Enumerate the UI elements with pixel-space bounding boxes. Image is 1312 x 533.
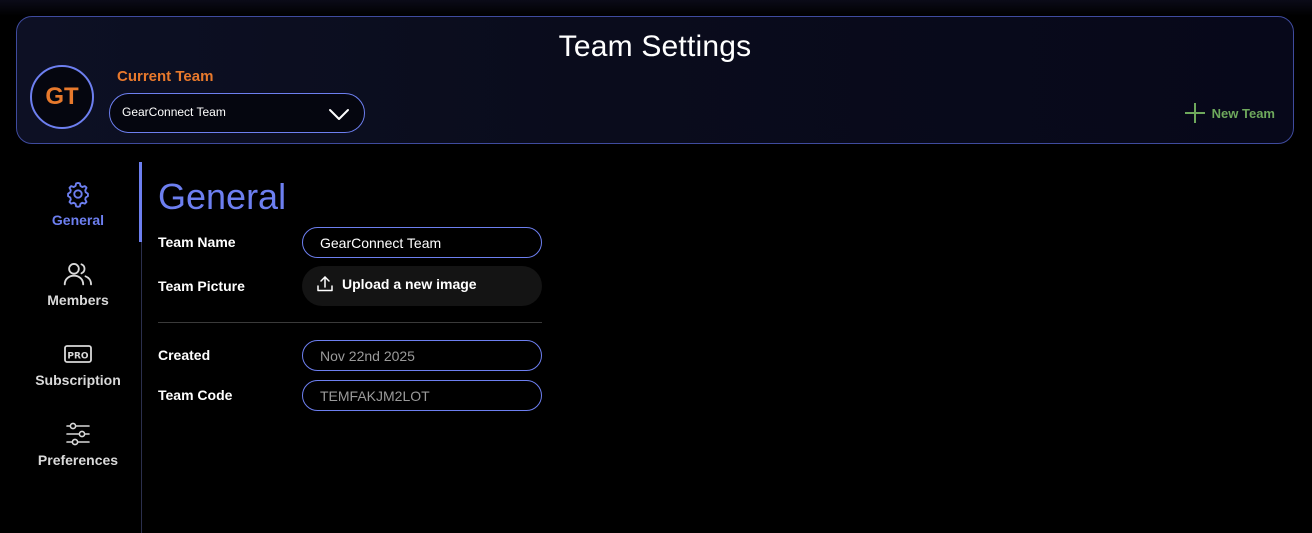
upload-label: Upload a new image bbox=[342, 276, 477, 292]
page-title: Team Settings bbox=[558, 30, 752, 63]
section-title: General bbox=[158, 176, 287, 217]
team-name-label: Team Name bbox=[158, 234, 236, 250]
sidebar-item-preferences[interactable]: Preferences bbox=[16, 419, 140, 489]
pro-badge-icon: PRO bbox=[63, 339, 93, 369]
gear-icon bbox=[63, 179, 93, 209]
upload-image-button[interactable]: Upload a new image bbox=[302, 266, 542, 306]
created-field bbox=[302, 340, 542, 371]
sidebar-item-members[interactable]: Members bbox=[16, 259, 140, 329]
new-team-button[interactable]: New Team bbox=[1184, 102, 1275, 124]
created-label: Created bbox=[158, 347, 211, 363]
section-divider bbox=[158, 322, 542, 323]
sidebar-item-label: General bbox=[51, 212, 105, 228]
sliders-icon bbox=[63, 419, 93, 449]
team-code-label: Team Code bbox=[158, 387, 233, 403]
team-picture-label: Team Picture bbox=[158, 278, 245, 294]
settings-sidebar: General Members PRO Subscription Prefere… bbox=[16, 162, 140, 533]
team-name-input[interactable] bbox=[302, 227, 542, 258]
avatar-initials: GT bbox=[45, 83, 79, 110]
chevron-down-icon bbox=[329, 109, 349, 120]
current-team-label: Current Team bbox=[117, 68, 214, 85]
sidebar-item-label: Preferences bbox=[37, 452, 119, 468]
sidebar-item-subscription[interactable]: PRO Subscription bbox=[16, 339, 140, 409]
team-settings-page: Team Settings GT Current Team GearConnec… bbox=[0, 0, 1312, 533]
team-header: Team Settings GT Current Team GearConnec… bbox=[16, 16, 1294, 144]
team-avatar: GT bbox=[30, 65, 94, 129]
sidebar-item-general[interactable]: General bbox=[16, 179, 140, 249]
users-icon bbox=[63, 259, 93, 289]
team-code-field[interactable] bbox=[302, 380, 542, 411]
team-select-dropdown[interactable]: GearConnect Team bbox=[109, 93, 365, 133]
plus-icon bbox=[1184, 103, 1205, 123]
svg-text:PRO: PRO bbox=[67, 352, 89, 362]
sidebar-item-label: Members bbox=[47, 292, 109, 308]
sidebar-item-label: Subscription bbox=[35, 372, 121, 388]
new-team-label: New Team bbox=[1211, 105, 1275, 121]
top-glow bbox=[0, 0, 1312, 16]
team-select-value: GearConnect Team bbox=[122, 105, 226, 119]
upload-icon bbox=[317, 276, 333, 292]
